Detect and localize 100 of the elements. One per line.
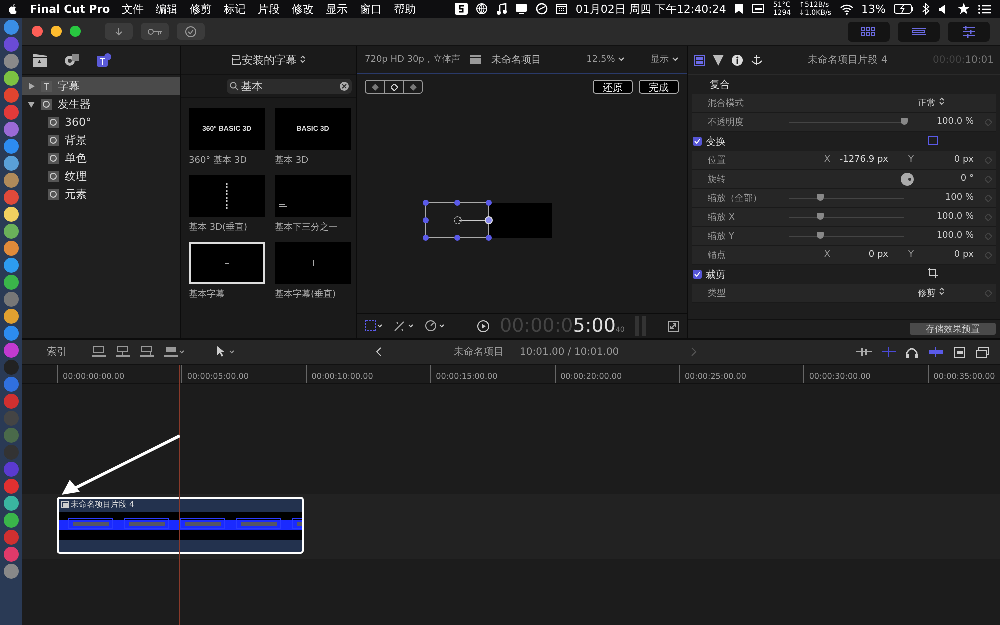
value-field[interactable]: 0 px <box>836 250 888 260</box>
music-photo-icon[interactable] <box>64 53 80 67</box>
panel-toggle[interactable] <box>848 22 890 42</box>
category-popup[interactable]: 已安装的字幕 <box>230 52 306 68</box>
sidebar-item[interactable]: 单色 <box>22 149 180 167</box>
section-checkbox[interactable] <box>693 137 702 146</box>
video-inspector-icon[interactable] <box>694 54 705 66</box>
fullscreen-icon[interactable] <box>668 320 679 332</box>
menu-item[interactable]: 修改 <box>292 2 314 16</box>
title-thumbnail[interactable] <box>189 242 265 284</box>
app-icon[interactable] <box>4 326 18 341</box>
section-checkbox[interactable] <box>693 270 702 279</box>
app-icon[interactable] <box>4 275 18 290</box>
clear-icon[interactable] <box>340 82 349 90</box>
battery-percent[interactable]: 13% <box>862 2 886 16</box>
info-icon[interactable] <box>732 54 743 66</box>
speed-tool-icon[interactable] <box>425 320 447 332</box>
bookmark-icon[interactable] <box>734 3 744 15</box>
app-menu[interactable]: Final Cut Pro <box>30 2 110 16</box>
clapper-icon[interactable] <box>32 53 48 67</box>
enhance-tool-icon[interactable] <box>393 320 415 332</box>
index-button[interactable]: 索引 <box>32 345 82 359</box>
value-field[interactable]: 100.0 % <box>914 117 980 127</box>
minimize-button[interactable] <box>51 26 62 37</box>
import-button[interactable] <box>105 23 133 40</box>
gauge-icon[interactable] <box>536 3 548 15</box>
title-thumbnail[interactable] <box>275 175 351 217</box>
zoom-popup[interactable]: 12.5% <box>586 54 626 64</box>
sidebar-item[interactable]: 元素 <box>22 185 180 203</box>
app-icon[interactable] <box>4 71 18 86</box>
play-icon[interactable] <box>477 320 490 332</box>
menu-item[interactable]: 修剪 <box>190 2 212 16</box>
wifi-icon[interactable] <box>840 4 854 14</box>
transform-handles[interactable] <box>423 200 495 242</box>
star-icon[interactable] <box>958 3 970 15</box>
clip-appearance-icon[interactable] <box>954 346 966 358</box>
pointer-tool-icon[interactable] <box>216 346 236 358</box>
sidebar-item[interactable]: 纹理 <box>22 167 180 185</box>
menu-item[interactable]: 窗口 <box>360 2 382 16</box>
effects-browser-icon[interactable] <box>976 346 990 358</box>
app-icon[interactable] <box>4 241 18 256</box>
popup-menu[interactable]: 正常 <box>918 96 980 110</box>
app-icon[interactable] <box>4 513 18 528</box>
back-icon[interactable] <box>376 347 382 357</box>
menu-item[interactable]: 帮助 <box>394 2 416 16</box>
skimming-icon[interactable] <box>882 347 896 357</box>
rotation-dial[interactable] <box>901 172 914 186</box>
list-icon[interactable] <box>978 4 992 14</box>
zoom-button[interactable] <box>70 26 81 37</box>
app-icon[interactable] <box>4 173 18 188</box>
audio-skimming-icon[interactable] <box>856 347 872 357</box>
app-icon[interactable] <box>4 156 18 171</box>
app-icon[interactable] <box>4 564 18 579</box>
save-preset-button[interactable]: 存储效果预置 <box>910 323 996 335</box>
background-tasks-button[interactable] <box>177 23 205 40</box>
transform-icon[interactable] <box>928 136 938 144</box>
sidebar-item[interactable]: 发生器 <box>22 95 180 113</box>
titles-generators-icon[interactable] <box>96 53 112 67</box>
bluetooth-icon[interactable] <box>922 3 930 15</box>
music-note-icon[interactable] <box>496 3 507 15</box>
app-icon[interactable] <box>4 54 18 69</box>
app-icon[interactable] <box>4 496 18 511</box>
timeline-clip[interactable]: 未命名项目片段 4 <box>57 497 304 554</box>
viewer-button[interactable]: 完成 <box>639 80 679 94</box>
keyframe-controls[interactable] <box>365 80 423 94</box>
app-icon[interactable] <box>4 258 18 273</box>
title-thumbnail[interactable] <box>189 175 265 217</box>
overwrite-icon[interactable] <box>140 346 154 358</box>
insert-icon[interactable] <box>116 346 130 358</box>
sidebar-item[interactable]: 字幕 <box>22 77 180 95</box>
anchor-icon[interactable] <box>751 54 763 66</box>
title-thumbnail[interactable] <box>275 242 351 284</box>
value-field[interactable]: 0 px <box>914 155 980 165</box>
crop-icon[interactable] <box>928 268 938 278</box>
s-logo-icon[interactable] <box>454 3 468 15</box>
snapping-icon[interactable] <box>928 347 944 357</box>
calendar-icon[interactable] <box>556 3 568 15</box>
menu-item[interactable]: 文件 <box>122 2 144 16</box>
battery-icon[interactable] <box>894 4 914 14</box>
globe-icon[interactable] <box>476 3 488 15</box>
append-icon[interactable] <box>92 346 106 358</box>
value-field[interactable]: -1276.9 px <box>836 155 888 165</box>
value-field[interactable]: 100.0 % <box>914 212 980 222</box>
app-icon[interactable] <box>4 20 18 35</box>
view-popup[interactable]: 显示 <box>651 53 679 66</box>
menu-item[interactable]: 标记 <box>224 2 246 16</box>
app-icon[interactable] <box>4 139 18 154</box>
close-button[interactable] <box>32 26 43 37</box>
color-inspector-icon[interactable] <box>713 54 724 66</box>
search-field[interactable]: 基本 <box>227 78 352 94</box>
transform-tool-icon[interactable] <box>365 320 383 332</box>
menu-item[interactable]: 显示 <box>326 2 348 16</box>
sidebar-item[interactable]: 360° <box>22 113 180 131</box>
app-icon[interactable] <box>4 207 18 222</box>
value-field[interactable]: 100 % <box>914 193 980 203</box>
menu-item[interactable]: 编辑 <box>156 2 178 16</box>
app-icon[interactable] <box>4 309 18 324</box>
sidebar-item[interactable]: 背景 <box>22 131 180 149</box>
panel-toggle[interactable] <box>898 22 940 42</box>
headphones-icon[interactable] <box>906 346 918 358</box>
